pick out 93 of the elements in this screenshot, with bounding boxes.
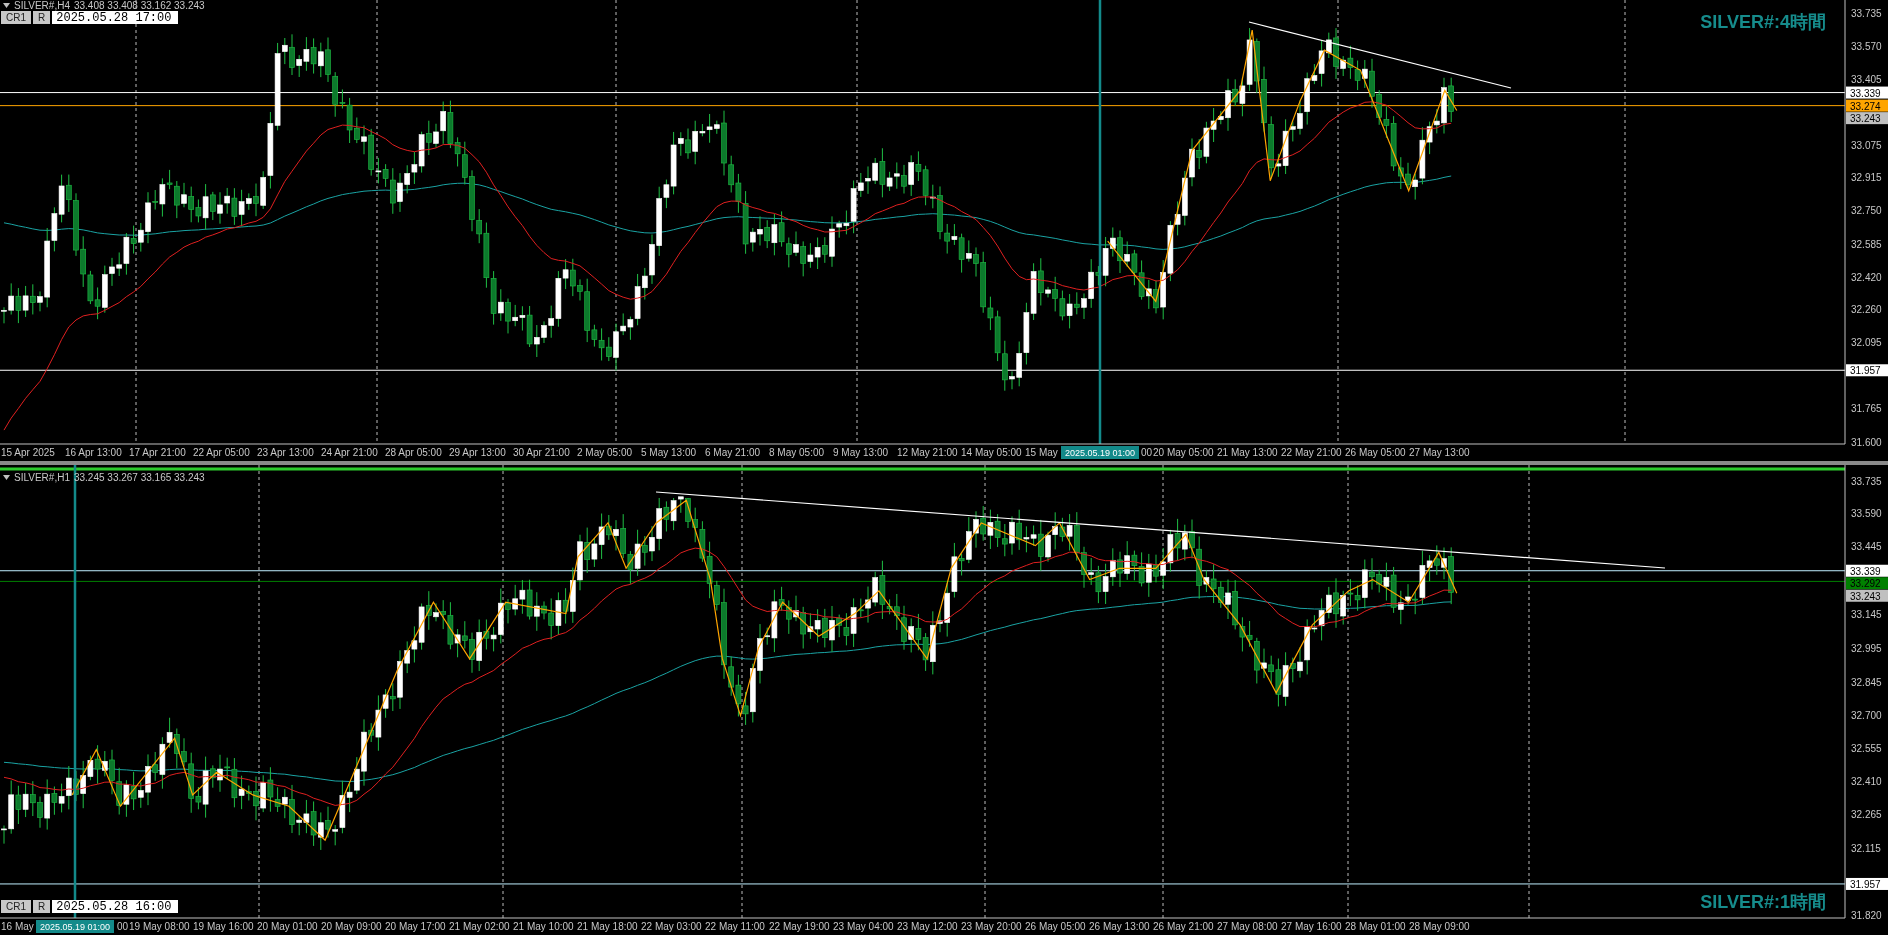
price-axis-label: 32.410 [1851, 775, 1882, 787]
time-axis-label: 23 May 20:00 [961, 921, 1022, 932]
time-axis-label: 27 May 08:00 [1217, 921, 1278, 932]
time-axis-label: 23 May 04:00 [833, 921, 894, 932]
time-field[interactable]: 2025.05.28 16:00 [52, 900, 179, 913]
price-axis-label: 33.735 [1851, 475, 1882, 487]
symbol-name: SILVER#,H4 [14, 0, 70, 11]
chart-title: SILVER#:4時間 [1700, 11, 1826, 34]
time-axis-label: 00 [1140, 447, 1152, 458]
time-axis-label: 15 May [1025, 447, 1058, 458]
time-axis-label: 16 Apr 13:00 [65, 447, 122, 458]
symbol-name: SILVER#,H1 [14, 472, 70, 483]
time-axis-label: 23 May 12:00 [897, 921, 958, 932]
time-axis-label: 9 May 13:00 [833, 447, 889, 458]
cursor-time-label: 2025.05.19 01:00 [1061, 446, 1139, 459]
price-tag-value: 31.957 [1850, 878, 1881, 890]
price-tag-value: 33.243 [1850, 113, 1881, 125]
time-axis-label: 28 Apr 05:00 [385, 447, 442, 458]
time-axis-label: 29 Apr 13:00 [449, 447, 506, 458]
chart-button[interactable]: R [33, 900, 51, 913]
price-axis-label: 32.995 [1851, 643, 1882, 655]
time-axis-label: 21 May 13:00 [1217, 447, 1278, 458]
time-axis-label: 15 Apr 2025 [1, 447, 55, 458]
price-axis-label: 32.115 [1851, 842, 1881, 854]
time-axis-label: 22 Apr 05:00 [193, 447, 250, 458]
price-axis-label: 32.750 [1851, 205, 1882, 217]
price-axis-label: 33.570 [1851, 40, 1882, 52]
time-axis-label: 28 May 01:00 [1345, 921, 1406, 932]
chart-button[interactable]: CR1 [1, 11, 31, 24]
time-axis-label: 17 Apr 21:00 [129, 447, 186, 458]
price-axis-label: 32.585 [1851, 238, 1882, 250]
time-axis-label: 5 May 13:00 [641, 447, 697, 458]
ohlc-values: 33.408 33.408 33.162 33.243 [73, 0, 205, 11]
time-axis-label: 19 May 16:00 [193, 921, 254, 932]
price-axis-label: 32.095 [1851, 337, 1882, 349]
time-axis-label: 12 May 21:00 [897, 447, 958, 458]
price-axis-label: 32.915 [1851, 172, 1882, 184]
time-axis-label: 20 May 01:00 [257, 921, 318, 932]
time-axis-label: 26 May 13:00 [1089, 921, 1150, 932]
chart-button[interactable]: CR1 [1, 900, 31, 913]
time-axis-label: 27 May 13:00 [1409, 447, 1470, 458]
collapse-triangle-icon[interactable] [3, 475, 10, 480]
price-axis-label: 33.145 [1851, 609, 1882, 621]
time-axis-label: 26 May 05:00 [1345, 447, 1406, 458]
price-tag-value: 33.339 [1850, 87, 1881, 99]
time-axis-label: 27 May 16:00 [1281, 921, 1342, 932]
price-axis-label: 32.260 [1851, 303, 1882, 315]
price-axis-label: 31.820 [1851, 909, 1882, 921]
price-axis-label: 31.600 [1851, 436, 1882, 448]
price-tag-value: 31.957 [1850, 365, 1881, 377]
price-axis-label: 33.735 [1851, 7, 1882, 19]
collapse-triangle-icon[interactable] [3, 3, 10, 8]
time-axis-label: 20 May 09:00 [321, 921, 382, 932]
price-axis-label: 33.405 [1851, 73, 1882, 85]
price-axis-label: 33.445 [1851, 541, 1882, 553]
price-tag-value: 33.339 [1850, 565, 1881, 577]
time-axis-label: 19 May 08:00 [129, 921, 190, 932]
price-axis-label: 32.555 [1851, 742, 1882, 754]
price-tag-value: 33.274 [1850, 100, 1881, 112]
time-axis-label: 22 May 11:00 [705, 921, 765, 932]
time-axis-label: 22 May 03:00 [641, 921, 702, 932]
time-axis-label: 22 May 21:00 [1281, 447, 1342, 458]
time-axis-label: 00 [116, 921, 128, 932]
time-axis-label: 26 May 05:00 [1025, 921, 1086, 932]
time-axis-label: 23 Apr 13:00 [257, 447, 314, 458]
price-axis-label: 32.265 [1851, 808, 1882, 820]
price-tag-value: 33.292 [1850, 578, 1881, 590]
cursor-time-label: 2025.05.19 01:00 [36, 920, 114, 933]
time-axis-label: 24 Apr 21:00 [321, 447, 378, 458]
time-axis-label: 21 May 10:00 [513, 921, 574, 932]
time-axis-label: 21 May 18:00 [577, 921, 638, 932]
time-axis-label: 6 May 21:00 [705, 447, 761, 458]
price-axis-label: 33.590 [1851, 508, 1882, 520]
time-axis-label: 2 May 05:00 [577, 447, 633, 458]
time-axis-label: 20 May 05:00 [1153, 447, 1214, 458]
time-axis-label: 8 May 05:00 [769, 447, 825, 458]
time-axis-label: 28 May 09:00 [1409, 921, 1470, 932]
price-axis-label: 32.845 [1851, 677, 1882, 689]
time-field[interactable]: 2025.05.28 17:00 [52, 11, 179, 24]
price-axis-label: 31.765 [1851, 403, 1882, 415]
time-axis-label: 20 May 17:00 [385, 921, 446, 932]
price-axis-label: 32.420 [1851, 271, 1882, 283]
time-axis-label: 21 May 02:00 [449, 921, 510, 932]
chart-title: SILVER#:1時間 [1700, 891, 1826, 914]
time-axis-label: 14 May 05:00 [961, 447, 1022, 458]
chart-button[interactable]: R [33, 11, 51, 24]
price-axis-label: 32.700 [1851, 710, 1882, 722]
price-axis-label: 33.075 [1851, 140, 1882, 152]
time-axis-label: 22 May 19:00 [769, 921, 830, 932]
price-tag-value: 33.243 [1850, 590, 1881, 602]
time-axis-label: 30 Apr 21:00 [513, 447, 570, 458]
time-axis-label: 16 May [1, 921, 34, 932]
time-axis-label: 26 May 21:00 [1153, 921, 1214, 932]
